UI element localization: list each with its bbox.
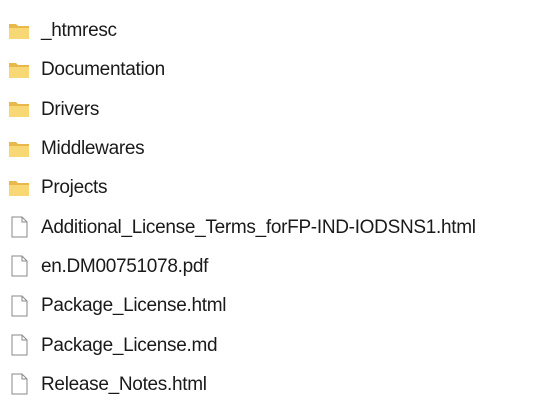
item-name: Additional_License_Terms_forFP-IND-IODSN… <box>41 216 476 238</box>
item-name: Package_License.md <box>41 334 218 356</box>
item-name: Release_Notes.html <box>41 373 207 395</box>
folder-icon <box>5 178 33 198</box>
item-name: Projects <box>41 177 108 199</box>
item-name: Package_License.html <box>41 295 227 317</box>
list-item-en-dm-pdf[interactable]: en.DM00751078.pdf <box>0 247 559 286</box>
item-name: Documentation <box>41 59 165 81</box>
item-name: en.DM00751078.pdf <box>41 255 209 277</box>
list-item-release-notes[interactable]: Release_Notes.html <box>0 365 559 404</box>
item-name: Drivers <box>41 98 100 120</box>
folder-icon <box>5 60 33 80</box>
list-item-additional-license-terms[interactable]: Additional_License_Terms_forFP-IND-IODSN… <box>0 207 559 246</box>
list-item-htmresc[interactable]: _htmresc <box>0 11 559 50</box>
list-item-package-license-html[interactable]: Package_License.html <box>0 286 559 325</box>
folder-icon <box>5 21 33 41</box>
folder-icon <box>5 139 33 159</box>
file-icon <box>5 334 33 356</box>
item-name: _htmresc <box>41 20 117 42</box>
list-item-middlewares[interactable]: Middlewares <box>0 129 559 168</box>
list-item-package-license-md[interactable]: Package_License.md <box>0 325 559 364</box>
folder-icon <box>5 99 33 119</box>
list-item-documentation[interactable]: Documentation <box>0 50 559 89</box>
file-icon <box>5 255 33 277</box>
list-item-projects[interactable]: Projects <box>0 168 559 207</box>
list-item-drivers[interactable]: Drivers <box>0 90 559 129</box>
file-icon <box>5 295 33 317</box>
file-icon <box>5 373 33 395</box>
item-name: Middlewares <box>41 138 145 160</box>
file-list: _htmresc Documentation Drivers Middlewar… <box>0 11 559 404</box>
file-icon <box>5 216 33 238</box>
